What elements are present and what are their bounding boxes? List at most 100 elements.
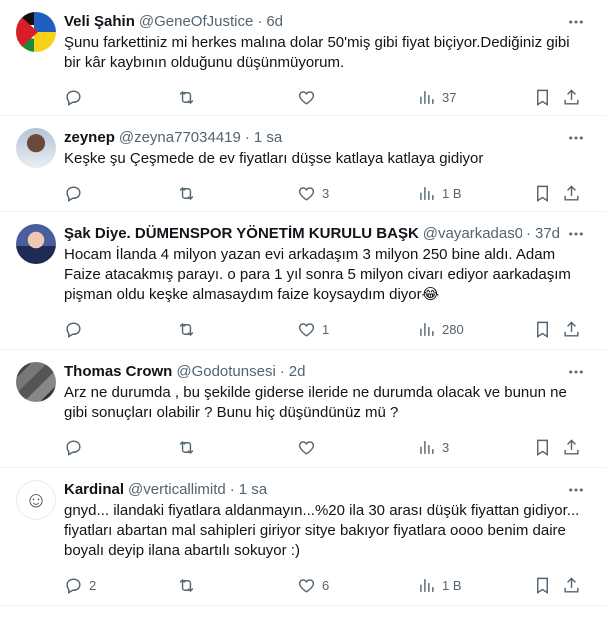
reply-button[interactable] [64, 438, 89, 457]
timestamp[interactable]: 1 sa [239, 481, 267, 498]
views-button[interactable]: 280 [417, 320, 464, 339]
avatar[interactable] [16, 12, 56, 52]
tweet-header: Kardinal @verticallimitd · 1 sa [64, 478, 590, 500]
bookmark-button[interactable] [533, 438, 552, 457]
reply-button[interactable] [64, 88, 89, 107]
tweet-header: zeynep @zeyna77034419 · 1 sa [64, 126, 590, 148]
views-button[interactable]: 1 B [417, 184, 462, 203]
share-icon [564, 184, 579, 201]
tweet-text: Arz ne durumda , bu şekilde giderse iler… [64, 384, 567, 421]
user-handle[interactable]: @zeyna77034419 [119, 129, 241, 146]
tweet[interactable]: Şak Diye. DÜMENSPOR YÖNETİM KURULU BAŞK … [0, 212, 606, 350]
retweet-button[interactable] [177, 320, 202, 339]
bookmark-button[interactable] [533, 184, 552, 203]
avatar[interactable] [16, 224, 56, 264]
separator: · [244, 128, 250, 146]
avatar[interactable] [16, 128, 56, 168]
more-icon[interactable] [566, 224, 586, 244]
wojak-avatar-icon: ☺ [24, 487, 48, 512]
reply-button[interactable] [64, 320, 89, 339]
share-icon [564, 88, 579, 105]
heart-icon [298, 322, 315, 337]
display-name[interactable]: Şak Diye. DÜMENSPOR YÖNETİM KURULU BAŞK [64, 225, 419, 242]
separator: · [229, 480, 235, 498]
display-name[interactable]: Thomas Crown [64, 363, 172, 380]
timestamp[interactable]: 37d [535, 225, 560, 242]
more-icon[interactable] [566, 480, 586, 500]
action-bar: 37 [64, 79, 590, 115]
tweet[interactable]: zeynep @zeyna77034419 · 1 sa Keşke şu Çe… [0, 116, 606, 212]
display-name[interactable]: Veli Şahin [64, 13, 135, 30]
like-button[interactable]: 1 [297, 320, 329, 339]
analytics-icon [420, 90, 434, 104]
action-bar: 3 1 B [64, 175, 590, 211]
heart-icon [298, 186, 315, 201]
bookmark-button[interactable] [533, 576, 552, 595]
user-handle[interactable]: @vayarkadas0 [423, 225, 522, 242]
share-button[interactable] [562, 576, 581, 595]
analytics-icon [420, 186, 434, 200]
heart-icon [298, 440, 315, 455]
reply-icon [66, 89, 81, 106]
view-count: 37 [442, 89, 457, 105]
user-handle[interactable]: @Godotunsesi [176, 363, 275, 380]
like-button[interactable] [297, 88, 322, 107]
more-icon[interactable] [566, 362, 586, 382]
tweet[interactable]: ☺ Kardinal @verticallimitd · 1 sa gnyd..… [0, 468, 606, 606]
like-button[interactable]: 6 [297, 576, 329, 595]
bookmark-button[interactable] [533, 320, 552, 339]
like-button[interactable] [297, 438, 322, 457]
share-icon [564, 576, 579, 593]
view-count: 1 B [442, 577, 462, 593]
retweet-icon [179, 90, 194, 104]
more-icon[interactable] [566, 128, 586, 148]
reply-count: 2 [89, 577, 97, 593]
reply-icon [66, 577, 81, 594]
tweet-header: Thomas Crown @Godotunsesi · 2d [64, 360, 590, 382]
bookmark-icon [537, 89, 548, 106]
action-bar: 2 6 1 B [64, 567, 590, 603]
timestamp[interactable]: 1 sa [254, 129, 282, 146]
action-bar: 1 280 [64, 311, 590, 347]
reply-icon [66, 439, 81, 456]
view-count: 1 B [442, 185, 462, 201]
avatar[interactable] [16, 362, 56, 402]
timestamp[interactable]: 2d [289, 363, 306, 380]
views-button[interactable]: 1 B [417, 576, 462, 595]
like-button[interactable]: 3 [297, 184, 329, 203]
reply-button[interactable]: 2 [64, 576, 96, 595]
share-button[interactable] [562, 88, 581, 107]
retweet-button[interactable] [177, 184, 202, 203]
bookmark-icon [537, 321, 548, 338]
tweet[interactable]: Veli Şahin @GeneOfJustice · 6d Şunu fark… [0, 0, 606, 116]
analytics-icon [420, 440, 434, 454]
separator: · [257, 12, 263, 30]
more-icon[interactable] [566, 12, 586, 32]
reply-button[interactable] [64, 184, 89, 203]
views-button[interactable]: 37 [417, 88, 456, 107]
bookmark-button[interactable] [533, 88, 552, 107]
retweet-button[interactable] [177, 438, 202, 457]
share-button[interactable] [562, 320, 581, 339]
reply-feed: Veli Şahin @GeneOfJustice · 6d Şunu fark… [0, 0, 606, 606]
tweet-text: Hocam İlanda 4 milyon yazan evi arkadaşı… [64, 246, 571, 303]
retweet-button[interactable] [177, 88, 202, 107]
retweet-button[interactable] [177, 576, 202, 595]
user-handle[interactable]: @verticallimitd [128, 481, 226, 498]
tweet[interactable]: Thomas Crown @Godotunsesi · 2d Arz ne du… [0, 350, 606, 468]
bookmark-icon [537, 439, 548, 456]
display-name[interactable]: zeynep [64, 129, 115, 146]
heart-icon [298, 90, 315, 105]
views-button[interactable]: 3 [417, 438, 449, 457]
view-count: 280 [442, 321, 464, 337]
share-button[interactable] [562, 438, 581, 457]
reply-icon [66, 185, 81, 202]
action-bar: 3 [64, 429, 590, 465]
share-icon [564, 438, 579, 455]
analytics-icon [420, 322, 434, 336]
user-handle[interactable]: @GeneOfJustice [139, 13, 253, 30]
timestamp[interactable]: 6d [266, 13, 283, 30]
share-button[interactable] [562, 184, 581, 203]
avatar[interactable]: ☺ [16, 480, 56, 520]
display-name[interactable]: Kardinal [64, 481, 124, 498]
